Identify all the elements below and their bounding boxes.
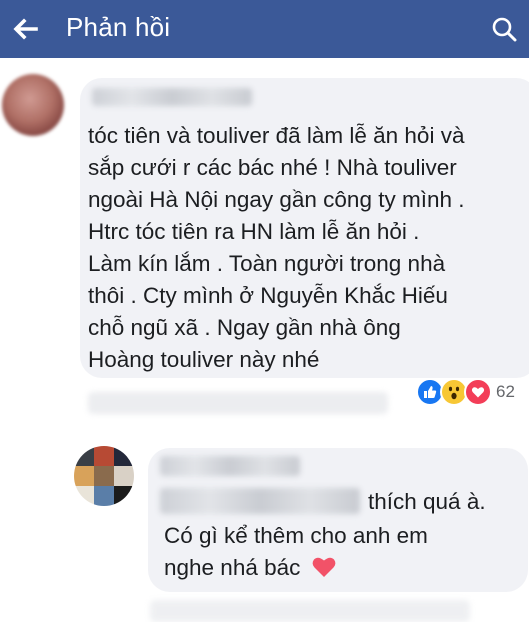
reaction-summary[interactable]: 62	[416, 378, 520, 406]
heart-emoji-icon	[312, 557, 336, 577]
reply-line-2: Có gì kể thêm cho anh em	[164, 523, 428, 548]
top-app-bar: Phản hồi	[0, 0, 529, 58]
reply-line-3-text: nghe nhá bác	[164, 555, 301, 580]
comment-line: thôi . Cty mình ở Nguyễn Khắc Hiếu	[88, 283, 448, 308]
reply-avatar[interactable]	[74, 446, 134, 506]
reply-name-blurred[interactable]	[160, 456, 300, 476]
love-reaction-icon	[464, 378, 492, 406]
comment-line: tóc tiên và touliver đã làm lễ ăn hỏi và	[88, 123, 465, 148]
commenter-avatar[interactable]	[2, 74, 64, 136]
reply-line-3: nghe nhá bác	[164, 552, 337, 584]
commenter-name-blurred[interactable]	[92, 88, 252, 106]
reply-line-1: thích quá à.	[368, 489, 486, 514]
comment-line: Làm kín lắm . Toàn người trong nhà	[88, 251, 446, 276]
reaction-count: 62	[496, 382, 515, 401]
comment-actions-blurred[interactable]	[88, 392, 388, 414]
back-arrow-icon	[13, 18, 38, 40]
search-button[interactable]	[487, 12, 521, 46]
page-title: Phản hồi	[66, 12, 171, 42]
reply-text-blurred	[160, 488, 360, 514]
comment-line: ngoài Hà Nội ngay gần công ty mình .	[88, 187, 465, 212]
reply-actions-blurred[interactable]	[150, 600, 470, 622]
comment-text: tóc tiên và touliver đã làm lễ ăn hỏi và…	[88, 120, 518, 376]
search-icon	[492, 17, 517, 42]
comment-line: sắp cưới r các bác nhé ! Nhà touliver	[88, 155, 457, 180]
back-button[interactable]	[8, 12, 42, 46]
comment-line: chỗ ngũ xã . Ngay gần nhà ông	[88, 315, 401, 340]
comment-line: Hoàng touliver này nhé	[88, 347, 320, 372]
comment-line: Htrc tóc tiên ra HN làm lễ ăn hỏi .	[88, 219, 420, 244]
